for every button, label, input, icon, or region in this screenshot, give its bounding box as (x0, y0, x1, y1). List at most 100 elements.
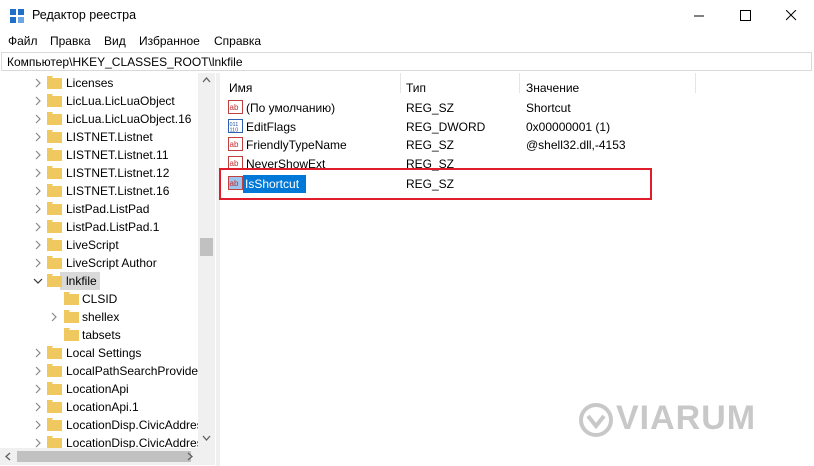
folder-icon (47, 418, 62, 431)
column-divider[interactable] (400, 73, 401, 93)
chevron-right-icon[interactable] (33, 204, 43, 214)
chevron-right-icon[interactable] (33, 114, 43, 124)
scroll-right-icon[interactable] (186, 452, 195, 461)
tree-item-listnet-12[interactable]: LISTNET.Listnet.12 (0, 163, 198, 181)
tree-item-licluaobject-16[interactable]: LicLua.LicLuaObject.16 (0, 109, 198, 127)
tree-item-label: LISTNET.Listnet.11 (66, 148, 169, 162)
tree-item-label: LocalPathSearchProvider (66, 364, 203, 378)
tree-item-label: Licenses (66, 76, 114, 90)
menu-file[interactable]: Файл (8, 34, 38, 48)
column-divider[interactable] (519, 73, 520, 93)
svg-text:ab: ab (230, 140, 239, 149)
folder-icon (64, 328, 79, 341)
string-value-icon: ab (228, 137, 243, 151)
address-bar[interactable]: Компьютер\HKEY_CLASSES_ROOT\lnkfile (1, 52, 812, 71)
chevron-right-icon[interactable] (33, 132, 43, 142)
chevron-right-icon[interactable] (33, 150, 43, 160)
chevron-down-icon[interactable] (33, 276, 43, 286)
watermark-text: VIARUM (616, 399, 757, 437)
regedit-app-icon (10, 9, 24, 23)
tree-item-local-settings[interactable]: Local Settings (0, 343, 198, 361)
tree-vertical-scrollbar[interactable] (198, 73, 215, 448)
value-row[interactable]: ab FriendlyTypeName REG_SZ @shell32.dll,… (220, 136, 814, 154)
maximize-button[interactable] (722, 0, 768, 31)
tree-item-shellex[interactable]: shellex (0, 307, 198, 325)
tree-item-label: LISTNET.Listnet.16 (66, 184, 170, 198)
column-divider[interactable] (695, 73, 696, 93)
chevron-right-icon[interactable] (33, 96, 43, 106)
tree-item-licenses[interactable]: Licenses (0, 73, 198, 91)
chevron-right-icon[interactable] (33, 366, 43, 376)
tree-item-localpathsearchprovider[interactable]: LocalPathSearchProvider (0, 361, 202, 379)
folder-icon (47, 382, 62, 395)
menu-help[interactable]: Справка (214, 34, 261, 48)
chevron-right-icon[interactable] (33, 402, 43, 412)
tree-item-label: LocationApi (66, 382, 129, 396)
folder-icon (47, 238, 62, 251)
dword-value-icon: 011110 (228, 119, 243, 133)
menu-favorites[interactable]: Избранное (139, 34, 200, 48)
viarum-logo-icon (579, 403, 613, 437)
value-name: EditFlags (246, 120, 297, 134)
scroll-down-icon[interactable] (202, 434, 211, 443)
tree-item-livescript[interactable]: LiveScript (0, 235, 198, 253)
chevron-right-icon[interactable] (33, 240, 43, 250)
chevron-right-icon[interactable] (33, 168, 43, 178)
value-name: FriendlyTypeName (246, 138, 347, 152)
chevron-right-icon[interactable] (33, 258, 43, 268)
tree-item-label: Local Settings (66, 346, 142, 360)
folder-icon (47, 94, 62, 107)
tree-item-locationdisp-civicaddress[interactable]: LocationDisp.CivicAddres (0, 415, 198, 433)
vertical-scroll-thumb[interactable] (200, 238, 213, 256)
tree-item-label: shellex (82, 310, 120, 324)
horizontal-scroll-thumb[interactable] (17, 451, 191, 462)
tree-item-locationdisp-civicaddress-2[interactable]: LocationDisp.CivicAddres (0, 433, 198, 448)
chevron-right-icon[interactable] (33, 348, 43, 358)
folder-icon (47, 148, 62, 161)
scroll-left-icon[interactable] (4, 452, 13, 461)
tree-item-livescript-author[interactable]: LiveScript Author (0, 253, 198, 271)
folder-icon (47, 76, 62, 89)
folder-icon (47, 364, 62, 377)
chevron-right-icon[interactable] (33, 420, 43, 430)
menu-view[interactable]: Вид (104, 34, 126, 48)
tree-item-label: LicLua.LicLuaObject (66, 94, 175, 108)
tree-item-listnet-11[interactable]: LISTNET.Listnet.11 (0, 145, 198, 163)
tree-item-listnet[interactable]: LISTNET.Listnet (0, 127, 198, 145)
tree-item-label: LiveScript Author (66, 256, 157, 270)
value-row[interactable]: ab (По умолчанию) REG_SZ Shortcut (220, 99, 814, 117)
tree-item-listpad-1[interactable]: ListPad.ListPad.1 (0, 217, 198, 235)
svg-text:110: 110 (230, 128, 239, 134)
tree-item-licluaobject[interactable]: LicLua.LicLuaObject (0, 91, 198, 109)
chevron-right-icon[interactable] (33, 384, 43, 394)
tree-item-clsid[interactable]: CLSID (0, 289, 198, 307)
minimize-button[interactable] (676, 0, 722, 31)
folder-icon (47, 202, 62, 215)
title-bar[interactable]: Редактор реестра (0, 0, 814, 31)
chevron-right-icon[interactable] (33, 222, 43, 232)
tree-item-lnkfile[interactable]: lnkfile (0, 271, 198, 289)
menu-edit[interactable]: Правка (50, 34, 91, 48)
tree-item-label: tabsets (82, 328, 121, 342)
close-button[interactable] (768, 0, 814, 31)
tree-item-label: LISTNET.Listnet.12 (66, 166, 170, 180)
tree-item-label: lnkfile (66, 274, 97, 288)
tree-item-locationapi[interactable]: LocationApi (0, 379, 198, 397)
folder-icon (47, 112, 62, 125)
tree-item-tabsets[interactable]: tabsets (0, 325, 198, 343)
value-data: @shell32.dll,-4153 (526, 138, 626, 152)
tree-horizontal-scrollbar[interactable] (0, 448, 215, 465)
tree-item-locationapi-1[interactable]: LocationApi.1 (0, 397, 198, 415)
window-title: Редактор реестра (32, 8, 137, 22)
value-row[interactable]: 011 110 EditFlags REG_DWORD 0x00000001 (1… (220, 118, 814, 136)
scroll-up-icon[interactable] (202, 76, 211, 85)
folder-icon (47, 166, 62, 179)
value-type: REG_SZ (406, 138, 455, 152)
chevron-right-icon[interactable] (33, 186, 43, 196)
chevron-right-icon[interactable] (33, 438, 43, 448)
folder-icon (47, 130, 62, 143)
chevron-right-icon[interactable] (33, 78, 43, 88)
tree-item-listnet-16[interactable]: LISTNET.Listnet.16 (0, 181, 198, 199)
chevron-right-icon[interactable] (49, 312, 59, 322)
tree-item-listpad[interactable]: ListPad.ListPad (0, 199, 198, 217)
